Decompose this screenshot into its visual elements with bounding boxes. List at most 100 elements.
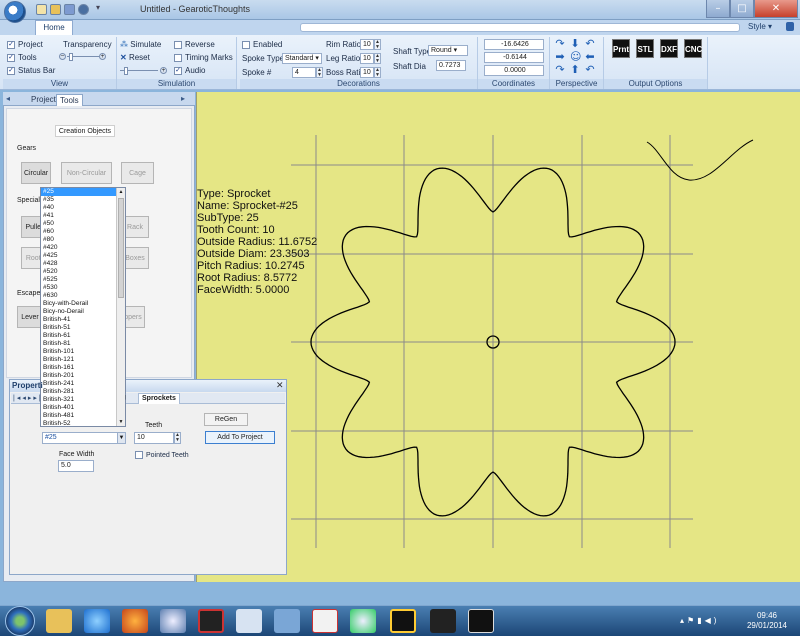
dropdown-option[interactable]: #35 (41, 196, 125, 204)
timing-marks-checkbox[interactable]: Timing Marks (174, 53, 233, 62)
pointed-teeth-checkbox[interactable]: Pointed Teeth (135, 451, 189, 459)
dxf-button[interactable]: DXF (660, 39, 678, 58)
panel-scroll-left-icon[interactable]: ◂ (6, 94, 10, 103)
dropdown-option[interactable]: #520 (41, 268, 125, 276)
taskbar-ie-icon[interactable] (84, 609, 110, 633)
dropdown-option[interactable]: British-52 (41, 420, 125, 426)
tab-tools[interactable]: Tools (56, 94, 83, 106)
scroll-thumb[interactable] (118, 198, 124, 298)
regen-button[interactable]: ReGen (204, 413, 248, 426)
dropdown-option[interactable]: #40 (41, 204, 125, 212)
dropdown-option[interactable]: #80 (41, 236, 125, 244)
move-down-icon[interactable]: ⬇ (570, 38, 580, 49)
taskbar-app1-icon[interactable] (160, 609, 186, 633)
dropdown-option[interactable]: British-41 (41, 316, 125, 324)
new-file-icon[interactable] (36, 4, 47, 15)
stl-button[interactable]: STL (636, 39, 654, 58)
tab-sprockets[interactable]: Sprockets (138, 393, 180, 404)
boss-ratio-spinner[interactable]: ▲ ▼ (374, 67, 381, 78)
minimize-button[interactable]: – (706, 0, 730, 18)
scroll-up-icon[interactable]: ▲ (117, 188, 125, 196)
add-to-project-button[interactable]: Add To Project (205, 431, 275, 444)
start-button[interactable] (5, 606, 35, 636)
dropdown-option[interactable]: British-321 (41, 396, 125, 404)
quick-access-dropdown-icon[interactable]: ▾ (96, 3, 100, 12)
help-icon[interactable] (786, 22, 794, 31)
dropdown-option[interactable]: British-241 (41, 380, 125, 388)
scroll-down-icon[interactable]: ▼ (117, 418, 125, 426)
tab-project[interactable]: Project (28, 94, 59, 106)
rotate-left-icon[interactable]: ↶ (585, 38, 595, 49)
shaft-dia-input[interactable]: 0.7273 (436, 60, 466, 71)
dropdown-option[interactable]: #525 (41, 276, 125, 284)
move-up-icon[interactable]: ⬆ (570, 64, 580, 75)
taskbar-app5-icon[interactable] (312, 609, 338, 633)
dropdown-scrollbar[interactable]: ▲ ▼ (116, 188, 125, 426)
dropdown-option[interactable]: British-61 (41, 332, 125, 340)
teeth-input[interactable]: 10 (134, 432, 174, 444)
move-left-icon[interactable]: ⬅ (585, 51, 595, 62)
dropdown-option[interactable]: British-121 (41, 356, 125, 364)
cage-gear-button[interactable]: Cage (121, 162, 154, 184)
close-button[interactable]: ✕ (754, 0, 798, 18)
status-bar-checkbox[interactable]: ✓ Status Bar (7, 66, 55, 75)
app-menu-icon[interactable] (4, 1, 26, 23)
spoke-number-input[interactable]: 4 (292, 67, 316, 78)
rim-ratio-spinner[interactable]: ▲ ▼ (374, 39, 381, 50)
taskbar-explorer-icon[interactable] (46, 609, 72, 633)
non-circular-gear-button[interactable]: Non-Circular (61, 162, 112, 184)
rotate-up-left-icon[interactable]: ↷ (555, 38, 565, 49)
transparency-slider[interactable]: – + (59, 53, 107, 61)
project-checkbox[interactable]: ✓ Project (7, 40, 43, 49)
rotate-down-right-icon[interactable]: ↷ (555, 64, 565, 75)
dropdown-option[interactable]: #420 (41, 244, 125, 252)
taskbar-app6-icon[interactable] (350, 609, 376, 633)
taskbar-gearotic-icon[interactable] (468, 609, 494, 633)
spoke-type-select[interactable]: Standard ▾ (282, 53, 322, 64)
teeth-spinner[interactable]: ▲ ▼ (174, 432, 181, 444)
dropdown-option[interactable]: British-81 (41, 340, 125, 348)
dropdown-option[interactable]: #25 (41, 188, 125, 197)
properties-tab-nav-icons[interactable]: |◂◂▸▸| (13, 394, 43, 402)
ribbon-scroll-bar[interactable] (300, 23, 740, 32)
tools-checkbox[interactable]: ✓ Tools (7, 53, 37, 62)
spoke-number-spinner[interactable]: ▲ ▼ (316, 67, 323, 78)
dropdown-option[interactable]: British-201 (41, 372, 125, 380)
sprocket-dropdown-list[interactable]: #25 #35 #40 #41 #50 #60 #80 #420 #425 #428 #520 #52… (40, 187, 126, 427)
sprocket-type-select[interactable]: #25 (42, 432, 118, 444)
dropdown-option[interactable]: #530 (41, 284, 125, 292)
sprocket-type-dropdown-icon[interactable]: ▼ (117, 432, 126, 444)
dropdown-option[interactable]: #50 (41, 220, 125, 228)
tab-home[interactable]: Home (35, 20, 73, 35)
taskbar-app7-icon[interactable] (390, 609, 416, 633)
print-button[interactable]: Prnt (612, 39, 630, 58)
face-width-input[interactable]: 5.0 (58, 460, 94, 472)
dropdown-option[interactable]: #425 (41, 252, 125, 260)
dropdown-option[interactable]: British-101 (41, 348, 125, 356)
simulation-speed-slider[interactable]: + (120, 67, 168, 75)
decorations-enabled-checkbox[interactable]: Enabled (242, 40, 282, 49)
panel-scroll-right-icon[interactable]: ▸ (181, 94, 185, 103)
dropdown-option[interactable]: British-401 (41, 404, 125, 412)
cnc-button[interactable]: CNC (684, 39, 702, 58)
save-icon[interactable] (64, 4, 75, 15)
dropdown-option[interactable]: Bicy-with-Derail (41, 300, 125, 308)
dropdown-option[interactable]: Bicy-no-Derail (41, 308, 125, 316)
dropdown-option[interactable]: British-51 (41, 324, 125, 332)
settings-gear-icon[interactable] (78, 4, 89, 15)
leg-ratio-input[interactable]: 10 (360, 53, 374, 64)
dropdown-option[interactable]: British-161 (41, 364, 125, 372)
taskbar-app4-icon[interactable] (274, 609, 300, 633)
shaft-type-select[interactable]: Round ▾ (428, 45, 468, 56)
audio-checkbox[interactable]: ✓ Audio (174, 66, 205, 75)
taskbar-clock[interactable]: 09:46 29/01/2014 (738, 611, 796, 631)
leg-ratio-spinner[interactable]: ▲ ▼ (374, 53, 381, 64)
reset-button[interactable]: ✕ Reset (120, 53, 150, 62)
move-right-icon[interactable]: ➡ (555, 51, 565, 62)
dropdown-option[interactable]: British-481 (41, 412, 125, 420)
taskbar-app8-icon[interactable] (430, 609, 456, 633)
taskbar-app2-icon[interactable] (198, 609, 224, 633)
reset-view-icon[interactable]: ☺ (570, 51, 581, 62)
simulate-button[interactable]: ⁂ Simulate (120, 40, 161, 49)
rotate-right-icon[interactable]: ↶ (585, 64, 595, 75)
